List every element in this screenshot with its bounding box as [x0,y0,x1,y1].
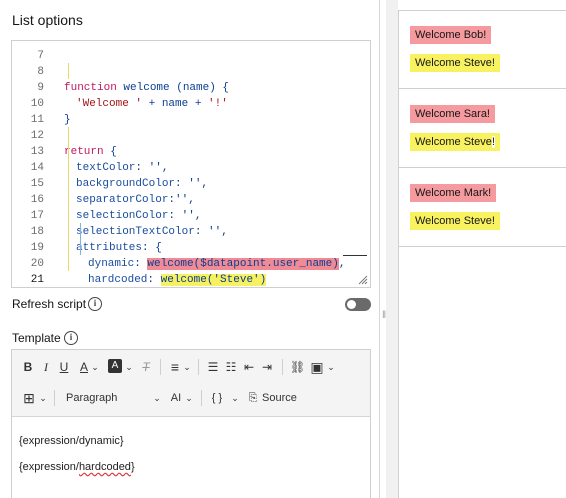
link-icon[interactable]: ⛓ [290,358,305,376]
template-line-hardcoded[interactable]: {expression/hardcoded} [19,461,135,473]
info-icon[interactable]: i [88,297,102,311]
code-line-21: 21 } [12,256,370,286]
hardcoded-text-tail: ! [491,136,495,148]
hardcoded-attribute-text: Welcome Steve! [410,54,500,72]
dynamic-attribute-text: Welcome Sara! [410,105,495,123]
indent-guide [68,63,69,79]
resize-grip-icon[interactable] [358,275,368,285]
hardcoded-text-main: Welcome Steve [415,136,492,148]
background-color-button[interactable]: A [108,359,122,373]
code-line-22: 22 } [12,272,370,287]
indent-guide [80,223,81,255]
chevron-down-icon[interactable]: ⌄ [182,358,192,376]
bold-button[interactable]: B [22,358,34,376]
table-icon[interactable]: ⊞ [22,389,36,407]
source-button[interactable]: Source [262,389,302,407]
script-code-editor[interactable]: 7 8 function welcome (name) { 9 'Welcome… [11,40,371,288]
dynamic-attribute-text: Welcome Bob! [410,26,492,44]
insert-expression-button[interactable]: { } [209,389,225,407]
list-item[interactable]: Welcome Mark! Welcome Steve! [399,169,566,247]
code-line-12: 12 return { [12,112,370,158]
code-line-19: 19 dynamic: welcome($datapoint.user_name… [12,224,370,270]
paragraph-format-select[interactable]: Paragraph [66,389,126,407]
info-icon[interactable]: i [64,331,78,345]
template-text: {expression/ [19,461,79,473]
template-label: Template [12,331,61,345]
numbered-list-button[interactable]: ☷ [224,358,238,376]
code-line-9: 9 'Welcome ' + name + '!' [12,64,370,110]
toolbar-divider [160,359,161,375]
toolbar-divider [282,359,283,375]
toolbar-divider [198,359,199,375]
code-line-20: 20 hardcoded: welcome('Steve') [12,240,370,286]
image-icon[interactable]: ▣ [310,358,324,376]
template-rich-text-editor: B I U A ⌄ A ⌄ T ≡ ⌄ ☰ ☷ ⇤ ⇥ ⛓ ▣ ⌄ ⊞ ⌄ Pa… [11,349,371,498]
code-line-18: 18 attributes: { [12,208,370,254]
chevron-down-icon[interactable]: ⌄ [326,358,336,376]
hardcoded-attribute-text: Welcome Steve! [410,212,500,230]
toggle-knob [347,300,356,309]
code-line-15: 15 separatorColor:'', [12,160,370,206]
refresh-script-label: Refresh script [12,297,87,311]
template-text: } [130,461,135,473]
editor-toolbar: B I U A ⌄ A ⌄ T ≡ ⌄ ☰ ☷ ⇤ ⇥ ⛓ ▣ ⌄ ⊞ ⌄ Pa… [12,350,370,417]
underline-button[interactable]: U [58,358,70,376]
code-line-7: 7 [12,41,370,62]
list-item[interactable]: Welcome Bob! Welcome Steve! [399,11,566,89]
panel-title: List options [12,12,83,28]
code-line-16: 16 selectionColor: '', [12,176,370,222]
toolbar-divider [201,390,202,406]
align-button[interactable]: ≡ [168,358,182,376]
dynamic-attribute-text: Welcome Mark! [410,184,497,202]
chevron-down-icon[interactable]: ⌄ [90,358,100,376]
code-line-10: 10 } [12,80,370,126]
cursor-line-marker [343,255,367,256]
code-line-11: 11 [12,96,370,126]
source-icon: ⎘ [248,392,258,404]
outdent-button[interactable]: ⇤ [242,358,256,376]
code-line-13: 13 textColor: '', [12,128,370,174]
list-item[interactable]: Welcome Sara! Welcome Steve! [399,90,566,168]
code-line-14: 14 backgroundColor: '', [12,144,370,190]
clear-format-button[interactable]: T [140,358,152,376]
bullet-list-button[interactable]: ☰ [206,358,220,376]
panel-resize-handle[interactable]: ‖ [382,310,386,321]
indent-button[interactable]: ⇥ [260,358,274,376]
ai-button[interactable]: AI [168,389,184,407]
font-color-button[interactable]: A [78,358,90,376]
panel-gap [386,0,398,498]
toolbar-divider [54,390,55,406]
template-line-dynamic[interactable]: {expression/dynamic} [19,435,124,447]
hardcoded-attribute-text: Welcome Steve! [410,133,500,151]
chevron-down-icon[interactable]: ⌄ [230,389,240,407]
list-options-panel: List options 7 8 function welcome (name)… [0,0,380,498]
chevron-down-icon[interactable]: ⌄ [184,389,194,407]
spellcheck-word: hardcoded [78,461,131,473]
chevron-down-icon[interactable]: ⌄ [38,389,48,407]
code-line-17: 17 selectionTextColor: '', [12,192,370,238]
chevron-down-icon[interactable]: ⌄ [124,358,134,376]
chevron-down-icon[interactable]: ⌄ [152,389,162,407]
italic-button[interactable]: I [40,358,52,376]
code-line-8: 8 function welcome (name) { [12,48,370,94]
refresh-script-toggle[interactable] [345,298,371,311]
list-preview: Welcome Bob! Welcome Steve! Welcome Sara… [398,10,566,498]
indent-guide [68,127,69,271]
